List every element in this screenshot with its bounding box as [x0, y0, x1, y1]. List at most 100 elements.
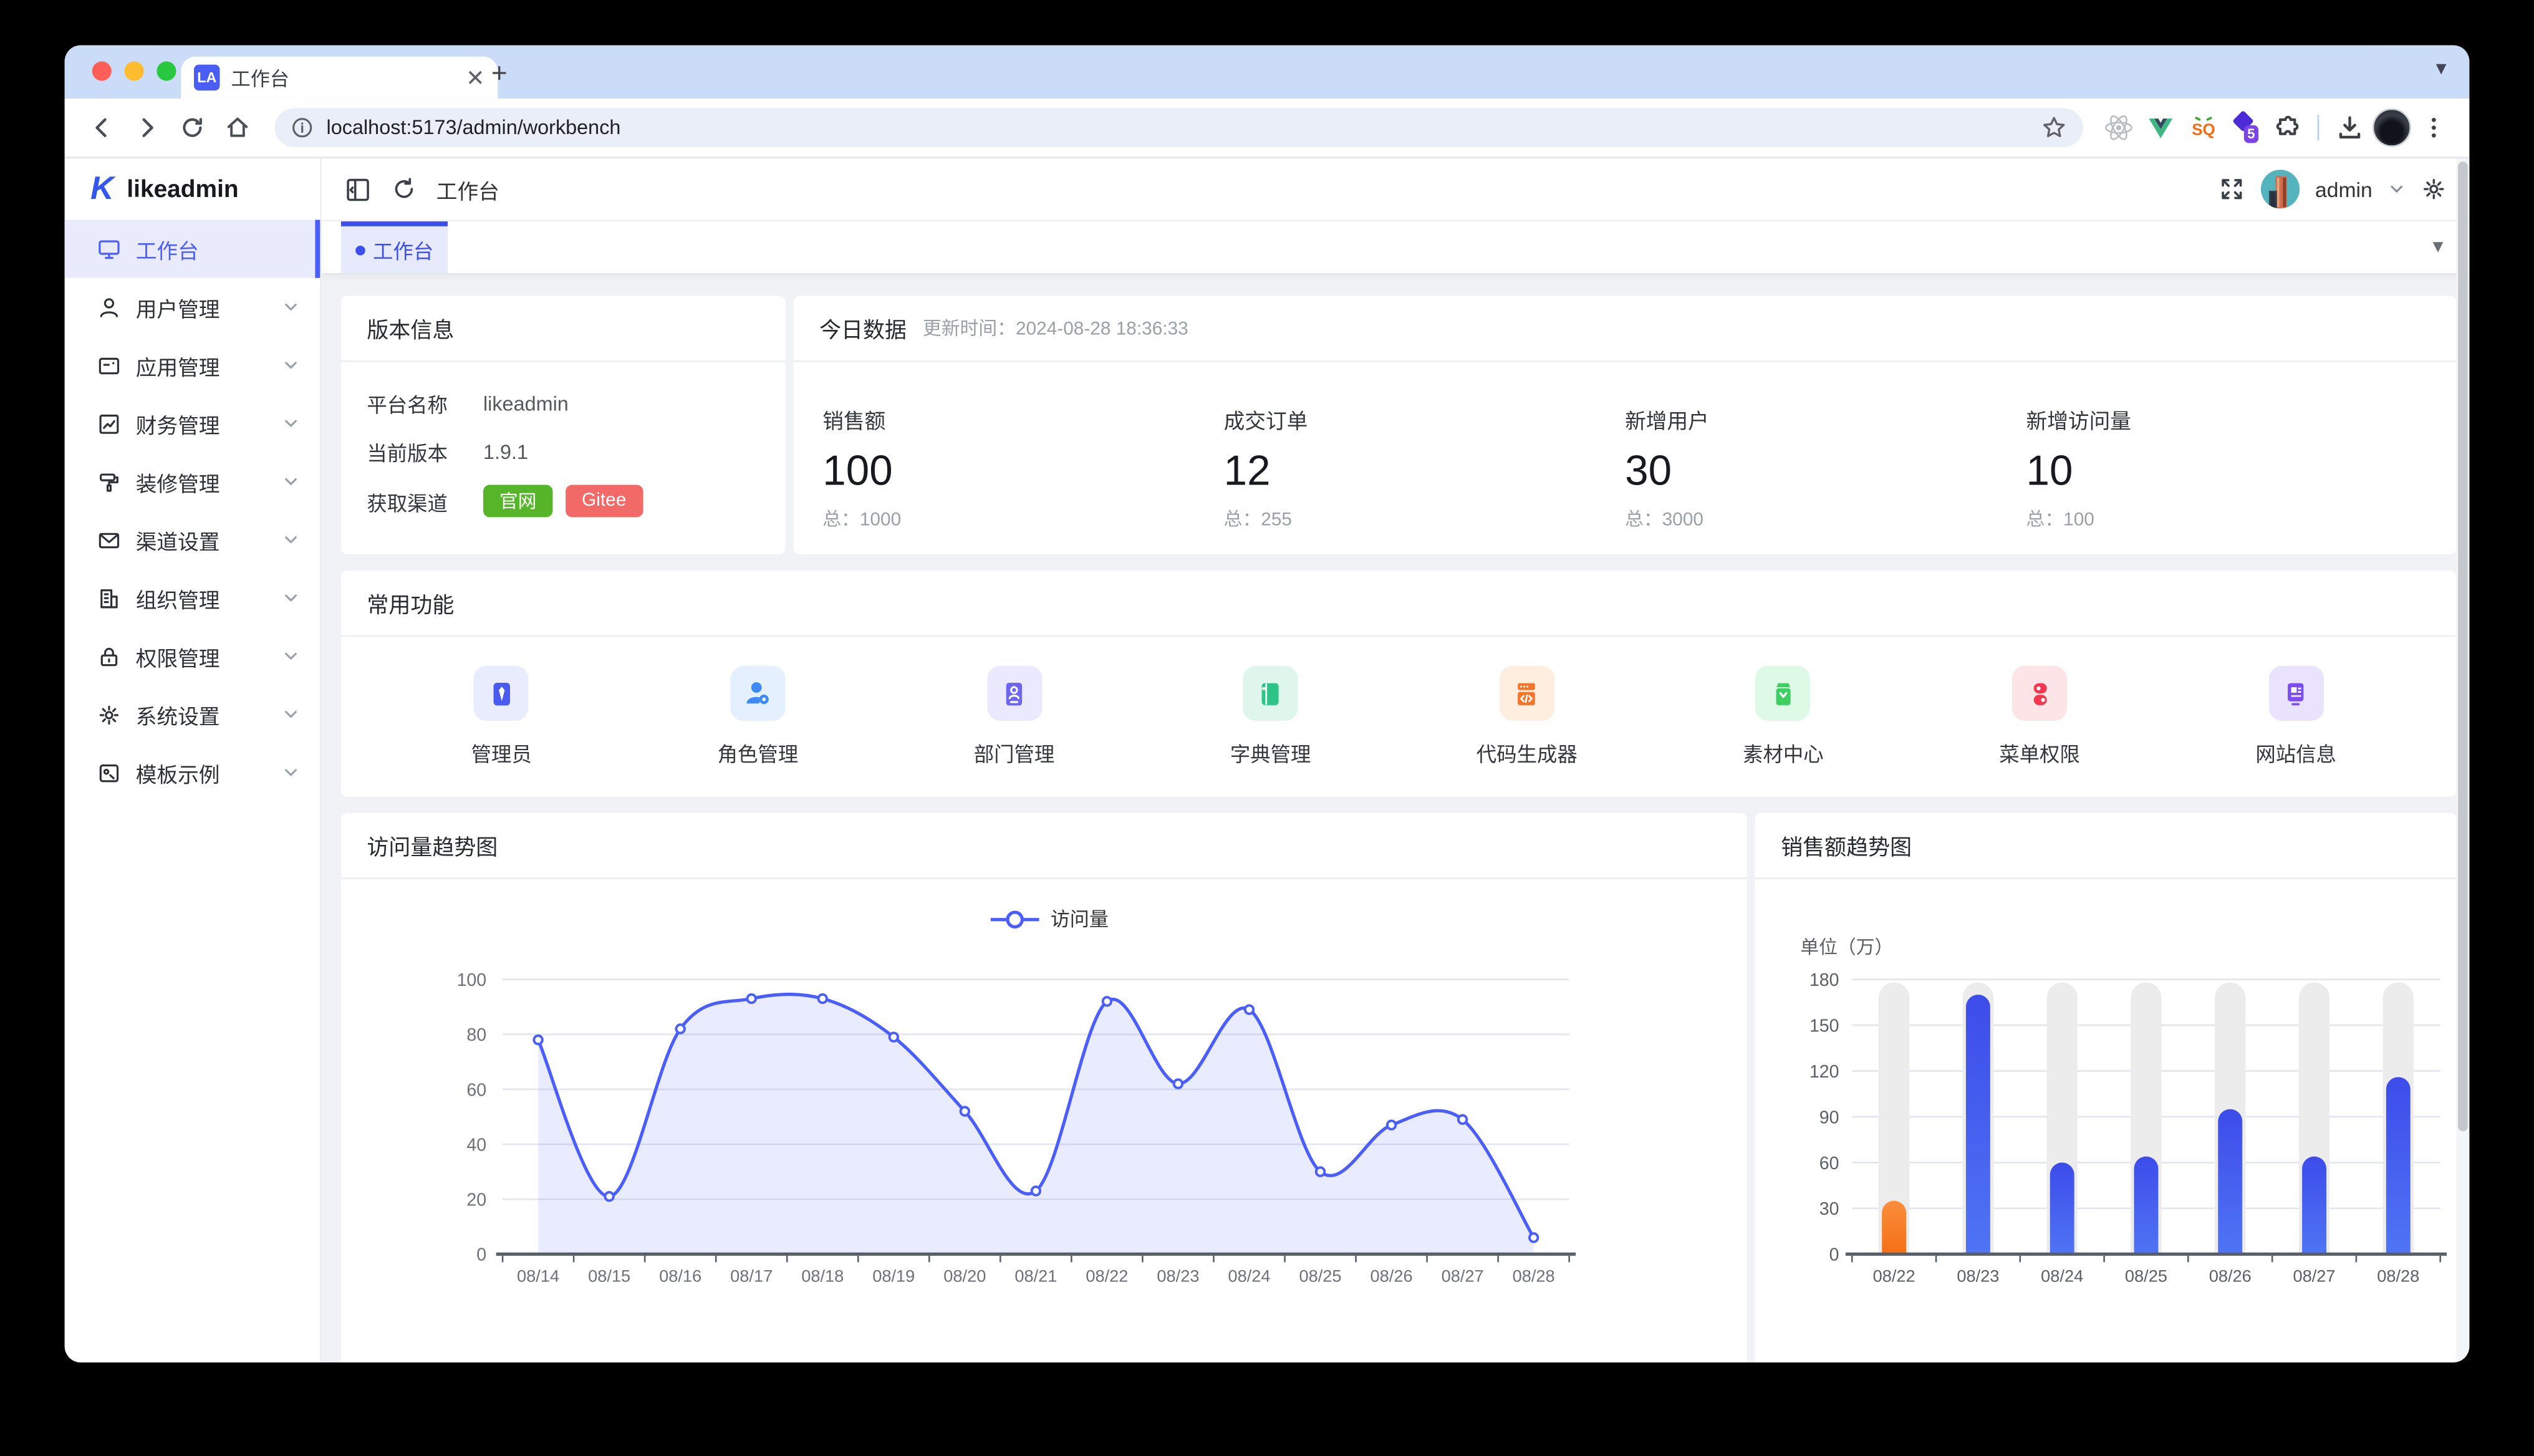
official-site-button[interactable]: 官网: [483, 485, 552, 518]
tab-workbench[interactable]: 工作台: [341, 221, 448, 273]
refresh-page-icon[interactable]: [391, 176, 417, 202]
fullscreen-icon[interactable]: [2218, 176, 2244, 202]
svg-text:08/14: 08/14: [517, 1266, 559, 1285]
app-logo[interactable]: K likeadmin: [65, 158, 320, 219]
visits-line-chart-svg: 02040608010008/1408/1508/1608/1708/1808/…: [341, 879, 1731, 1362]
sidebar-item-organization[interactable]: 组织管理: [65, 569, 320, 627]
feature-material-center[interactable]: 素材中心: [1655, 666, 1911, 768]
svg-text:90: 90: [1819, 1107, 1839, 1127]
active-tab-dot: [355, 245, 365, 255]
page-content: 版本信息 平台名称 likeadmin 当前版本 1.9.1: [322, 275, 2470, 1362]
screen: LA 工作台 ✕ + ▼: [0, 0, 2534, 1456]
sidebar-item-label: 权限管理: [136, 641, 220, 672]
svg-text:08/25: 08/25: [1299, 1266, 1341, 1285]
sq-extension-icon[interactable]: SQ: [2184, 108, 2222, 147]
channel-label: 获取渠道: [367, 486, 483, 516]
sidebar-item-channel[interactable]: 渠道设置: [65, 511, 320, 569]
minimize-window-button[interactable]: [125, 61, 144, 80]
tab-close-icon[interactable]: ✕: [466, 66, 484, 89]
stat-new-users-value: 30: [1625, 446, 2026, 496]
reload-button[interactable]: [171, 107, 213, 148]
bookmark-star-icon[interactable]: [2041, 115, 2066, 140]
dictionary-book-icon: [1243, 666, 1298, 721]
new-tab-button[interactable]: +: [491, 58, 508, 90]
sidebar-item-applications[interactable]: 应用管理: [65, 336, 320, 394]
feature-code-generator[interactable]: 代码生成器: [1399, 666, 1655, 768]
downloads-button[interactable]: [2330, 108, 2369, 147]
svg-text:08/27: 08/27: [2293, 1266, 2335, 1285]
svg-text:150: 150: [1809, 1016, 1839, 1036]
sidebar-item-system-settings[interactable]: 系统设置: [65, 685, 320, 743]
feature-roles[interactable]: 角色管理: [630, 666, 886, 768]
url-bar[interactable]: localhost:5173/admin/workbench: [275, 108, 2083, 147]
sidebar-item-users[interactable]: 用户管理: [65, 278, 320, 336]
diamond-extension-icon[interactable]: 5: [2225, 108, 2264, 147]
window-controls: [92, 61, 176, 80]
feature-admin[interactable]: 管理员: [373, 666, 630, 768]
sidebar-item-decoration[interactable]: 装修管理: [65, 453, 320, 511]
sales-bar-chart-svg: 030609012015018008/2208/2308/2408/2508/2…: [1755, 879, 2450, 1362]
browser-tab[interactable]: LA 工作台 ✕: [181, 57, 498, 99]
user-avatar[interactable]: [2260, 170, 2299, 208]
sidebar-item-template-examples[interactable]: 模板示例: [65, 743, 320, 801]
browser-profile-avatar[interactable]: [2373, 108, 2411, 147]
visits-trend-card: 访问量趋势图 02040608010008/1408/1508/1608/170…: [341, 813, 1747, 1362]
settings-gear-icon[interactable]: [2421, 176, 2447, 202]
app-logo-text: likeadmin: [127, 175, 238, 203]
svg-text:08/19: 08/19: [872, 1266, 915, 1285]
scrollbar-thumb[interactable]: [2458, 162, 2468, 1131]
version-card-title: 版本信息: [367, 312, 454, 344]
back-button[interactable]: [81, 107, 123, 148]
svg-text:08/18: 08/18: [801, 1266, 844, 1285]
svg-text:20: 20: [466, 1190, 486, 1210]
tabs-dropdown-chevron-icon[interactable]: ▼: [2429, 238, 2447, 257]
svg-text:08/17: 08/17: [730, 1266, 773, 1285]
sidebar-item-workbench[interactable]: 工作台: [65, 219, 320, 277]
zoom-window-button[interactable]: [157, 61, 176, 80]
svg-text:08/16: 08/16: [659, 1266, 701, 1285]
chevron-down-icon: [283, 357, 299, 374]
url-text[interactable]: localhost:5173/admin/workbench: [327, 117, 2028, 139]
username-label[interactable]: admin: [2315, 177, 2373, 201]
browser-toolbar: localhost:5173/admin/workbench SQ 5: [65, 99, 2470, 158]
sidebar-item-label: 渠道设置: [136, 524, 220, 555]
tab-search-chevron-icon[interactable]: ▼: [2432, 60, 2450, 79]
chevron-down-icon: [283, 415, 299, 431]
page-scrollbar[interactable]: [2457, 158, 2470, 1362]
user-menu-chevron-icon[interactable]: [2389, 181, 2405, 197]
website-info-icon: [2268, 666, 2323, 721]
sales-trend-title: 销售额趋势图: [1781, 829, 1912, 862]
tab-workbench-label: 工作台: [373, 234, 433, 265]
department-card-icon: [986, 666, 1041, 721]
code-generator-icon: [1500, 666, 1554, 721]
react-devtools-extension-icon[interactable]: [2099, 108, 2138, 147]
update-time-value: 2024-08-28 18:36:33: [1016, 320, 1188, 339]
visits-trend-title: 访问量趋势图: [367, 829, 498, 862]
feature-dictionary[interactable]: 字典管理: [1142, 666, 1399, 768]
feature-menu-permissions[interactable]: 菜单权限: [1911, 666, 2167, 768]
sidebar-item-permissions[interactable]: 权限管理: [65, 627, 320, 685]
home-button[interactable]: [216, 107, 258, 148]
feature-website-info[interactable]: 网站信息: [2168, 666, 2424, 768]
building-icon: [97, 586, 122, 610]
collapse-sidebar-icon[interactable]: [344, 175, 372, 203]
extensions-puzzle-icon[interactable]: [2267, 108, 2306, 147]
forward-button[interactable]: [126, 107, 168, 148]
browser-menu-kebab-icon[interactable]: [2414, 108, 2453, 147]
sidebar-item-label: 装修管理: [136, 466, 220, 497]
breadcrumb: 工作台: [436, 174, 499, 205]
close-window-button[interactable]: [92, 61, 112, 80]
chevron-down-icon: [283, 764, 299, 781]
stat-sales-total: 总：1000: [822, 506, 1223, 531]
vue-devtools-extension-icon[interactable]: [2141, 108, 2180, 147]
svg-text:100: 100: [457, 970, 487, 990]
svg-text:08/27: 08/27: [1442, 1266, 1484, 1285]
browser-window: LA 工作台 ✕ + ▼: [65, 46, 2470, 1362]
svg-text:08/24: 08/24: [1228, 1266, 1270, 1285]
gitee-button[interactable]: Gitee: [566, 485, 642, 518]
site-info-icon[interactable]: [291, 117, 314, 139]
sidebar-menu: 工作台 用户管理 应用管理 财务管理: [65, 219, 320, 801]
feature-departments[interactable]: 部门管理: [886, 666, 1142, 768]
sidebar-item-finance[interactable]: 财务管理: [65, 394, 320, 452]
sidebar-item-label: 工作台: [136, 234, 199, 264]
